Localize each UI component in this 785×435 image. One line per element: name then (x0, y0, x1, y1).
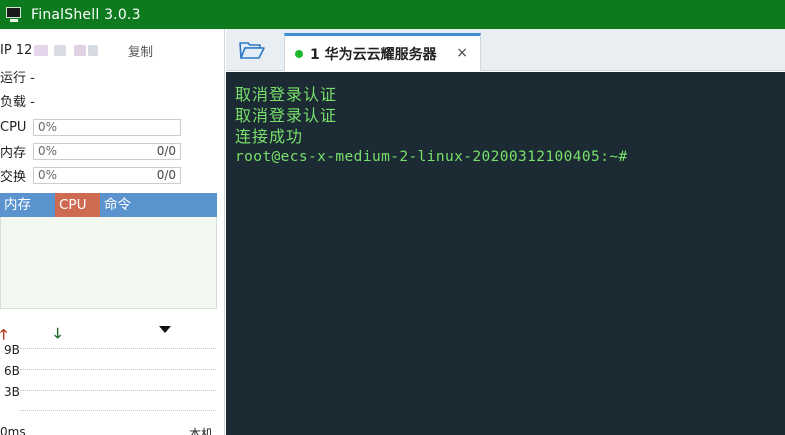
grid-line (20, 410, 216, 411)
y-axis-label: 3B (4, 385, 20, 399)
swap-meter-row: 交换 0% 0/0 (0, 165, 222, 185)
copy-ip-button[interactable]: 复制 (128, 41, 153, 60)
network-graph: 9B 6B 3B (0, 343, 217, 411)
ip-redacted-mask (74, 44, 87, 56)
ip-label: IP 12 (0, 42, 33, 58)
triangle-down-icon[interactable] (159, 326, 171, 333)
swap-value: 0% (38, 167, 58, 182)
latency-label: 0ms (0, 425, 26, 435)
tab-label: 1 华为云云耀服务器 (310, 46, 437, 63)
tab-session[interactable]: 1 华为云云耀服务器 × (284, 33, 481, 71)
ip-redacted-mask (34, 44, 49, 56)
terminal-prompt: root@ecs-x-medium-2-linux-20200312100405… (235, 149, 628, 165)
process-tab-memory[interactable]: 内存 (0, 193, 55, 217)
grid-line (20, 390, 216, 391)
title-bar: FinalShell 3.0.3 (0, 0, 785, 29)
y-axis-label: 9B (4, 343, 20, 357)
close-icon[interactable]: × (456, 45, 468, 61)
ip-redacted-mask (54, 44, 67, 56)
grid-line (20, 369, 216, 370)
network-panel: 🡑 🡓 9B 6B 3B 0ms 本机 (0, 317, 217, 435)
connected-status-icon (295, 49, 303, 58)
swap-meter: 0% 0/0 (33, 166, 181, 184)
folder-open-icon[interactable] (238, 38, 266, 62)
ip-redacted-mask (88, 44, 99, 56)
terminal-line: 连接成功 (235, 127, 304, 146)
terminal-line: 取消登录认证 (235, 85, 338, 104)
session-tab-bar: 1 华为云云耀服务器 × (226, 29, 785, 71)
memory-label: 内存 (0, 145, 27, 161)
ip-row: IP 12 复制 (0, 40, 222, 60)
window-title: FinalShell 3.0.3 (31, 6, 141, 23)
y-axis-label: 6B (4, 364, 20, 378)
memory-meter-row: 内存 0% 0/0 (0, 141, 222, 161)
process-tab-command[interactable]: 命令 (100, 193, 135, 217)
grid-line (20, 348, 216, 349)
host-label[interactable]: 本机 (189, 425, 213, 435)
cpu-meter-row: CPU 0% (0, 117, 222, 137)
cpu-value: 0% (38, 119, 58, 134)
memory-detail: 0/0 (156, 143, 176, 158)
terminal[interactable]: 取消登录认证 取消登录认证 连接成功 root@ecs-x-medium-2-l… (226, 72, 785, 435)
load-row: 负载 - (0, 94, 35, 110)
cpu-meter: 0% (33, 118, 181, 136)
process-table-header: 内存 CPU 命令 (0, 193, 217, 217)
memory-meter: 0% 0/0 (33, 142, 181, 160)
process-list[interactable] (0, 217, 217, 309)
cpu-label: CPU (0, 119, 27, 135)
server-info-panel: IP 12 复制 运行 - 负载 - CPU 0% 内存 0% 0/0 交换 0… (0, 29, 225, 435)
terminal-line: 取消登录认证 (235, 106, 338, 125)
swap-label: 交换 (0, 169, 27, 185)
process-tab-cpu[interactable]: CPU (55, 193, 100, 217)
swap-detail: 0/0 (156, 167, 176, 182)
uptime-row: 运行 - (0, 70, 35, 86)
app-icon (5, 6, 23, 24)
memory-value: 0% (38, 143, 58, 158)
